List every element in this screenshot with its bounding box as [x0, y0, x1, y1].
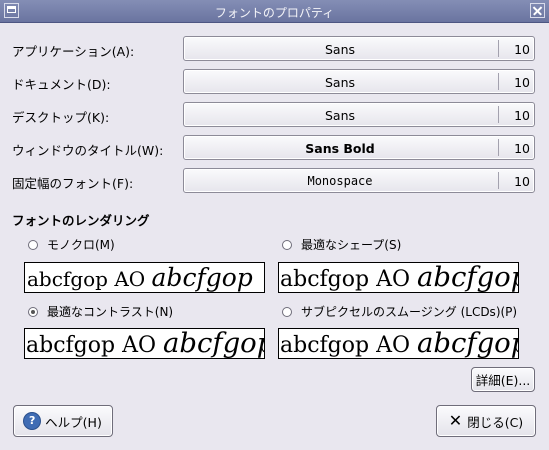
radio-indicator[interactable] [28, 239, 38, 250]
document-font-button[interactable]: Sans 10 [183, 69, 535, 94]
font-size: 10 [514, 174, 530, 189]
font-size: 10 [514, 42, 530, 57]
preview-italic-text: abcfgop [416, 262, 519, 293]
font-size: 10 [514, 108, 530, 123]
radio-label: サブピクセルのスムージング (LCDs)(P) [301, 305, 518, 319]
divider [498, 106, 499, 123]
window-close-icon[interactable] [530, 3, 545, 18]
radio-subpixel-smoothing[interactable]: サブピクセルのスムージング (LCDs)(P) [282, 303, 517, 320]
preview-italic-text: abcfgop [162, 328, 265, 359]
radio-indicator[interactable] [282, 306, 292, 317]
help-button[interactable]: ? ヘルプ(H) [13, 405, 113, 437]
radio-indicator-selected[interactable] [28, 306, 38, 317]
radio-best-contrast[interactable]: 最適なコントラスト(N) [28, 303, 173, 320]
font-name: Sans Bold [305, 141, 375, 156]
preview-monochrome: abcfgop AO abcfgop [24, 262, 265, 293]
font-name: Sans [324, 42, 356, 57]
font-size: 10 [514, 75, 530, 90]
help-button-label: ヘルプ(H) [45, 414, 102, 430]
radio-monochrome[interactable]: モノクロ(M) [28, 236, 115, 253]
fixed-width-font-label: 固定幅のフォント(F): [12, 176, 134, 191]
divider [498, 172, 499, 189]
preview-subpixel-smoothing: abcfgop AO abcfgop [278, 328, 519, 359]
help-icon: ? [24, 413, 41, 429]
preview-text: abcfgop AO [27, 267, 152, 291]
radio-label: 最適なコントラスト(N) [47, 305, 174, 319]
radio-label: 最適なシェープ(S) [301, 238, 402, 252]
radio-label: モノクロ(M) [47, 238, 115, 252]
preview-italic-text: abcfgop [151, 263, 253, 292]
rendering-heading: フォントのレンダリング [12, 213, 150, 228]
preview-italic-text: abcfgop [416, 328, 519, 359]
close-button-label: 閉じる(C) [467, 414, 524, 430]
application-font-label: アプリケーション(A): [12, 44, 135, 59]
window-title-font-button[interactable]: Sans Bold 10 [183, 135, 535, 160]
application-font-button[interactable]: Sans 10 [183, 36, 535, 61]
preview-text: abcfgop AO [280, 267, 417, 292]
details-button-label: 詳細(E)... [475, 373, 531, 388]
font-name: Monospace [307, 174, 373, 188]
font-size: 10 [514, 141, 530, 156]
preview-text: abcfgop AO [26, 333, 163, 358]
fixed-width-font-button[interactable]: Monospace 10 [183, 168, 535, 193]
divider [498, 139, 499, 156]
window-title-font-label: ウィンドウのタイトル(W): [12, 143, 164, 158]
preview-best-contrast: abcfgop AO abcfgop [24, 328, 265, 359]
font-name: Sans [324, 75, 356, 90]
close-button[interactable]: ✕ 閉じる(C) [436, 405, 536, 437]
preview-text: abcfgop AO [280, 333, 417, 358]
title-bar: フォントのプロパティ [0, 0, 549, 23]
font-name: Sans [324, 108, 356, 123]
window-title: フォントのプロパティ [214, 6, 335, 20]
close-x-icon: ✕ [448, 411, 463, 430]
divider [498, 73, 499, 90]
document-font-label: ドキュメント(D): [12, 77, 111, 92]
preview-best-shapes: abcfgop AO abcfgop [278, 262, 519, 293]
radio-best-shapes[interactable]: 最適なシェープ(S) [282, 236, 401, 253]
radio-indicator[interactable] [282, 239, 292, 250]
desktop-font-button[interactable]: Sans 10 [183, 102, 535, 127]
desktop-font-label: デスクトップ(K): [12, 110, 110, 125]
divider [498, 40, 499, 57]
details-button[interactable]: 詳細(E)... [471, 367, 535, 392]
